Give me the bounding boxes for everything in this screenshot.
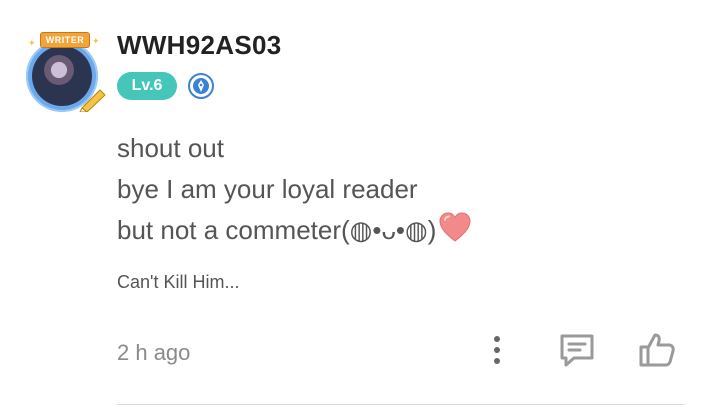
username[interactable]: WWH92AS03 <box>117 30 282 61</box>
verified-pen-icon <box>188 73 214 99</box>
divider <box>117 404 685 405</box>
star-icon: ✦ <box>28 38 36 48</box>
star-icon: ✦ <box>92 36 100 46</box>
level-badge: Lv.6 <box>117 72 177 100</box>
reply-icon[interactable] <box>558 332 596 368</box>
comment-line: shout out <box>117 133 224 163</box>
writer-badge: WRITER <box>40 32 90 48</box>
thumbs-up-icon[interactable] <box>638 331 676 369</box>
comment-line: bye I am your loyal reader <box>117 174 418 204</box>
comment-timestamp: 2 h ago <box>117 340 191 365</box>
user-avatar[interactable]: WRITER ✦ ✦ <box>22 32 108 112</box>
heart-icon <box>439 212 471 242</box>
comment-body: shout out bye I am your loyal reader but… <box>117 128 472 251</box>
story-title-link[interactable]: Can't Kill Him... <box>117 272 239 293</box>
more-vertical-icon[interactable] <box>486 334 508 366</box>
comment-line-last: but not a commeter(◍•ᴗ•◍) <box>117 210 472 251</box>
comment-line-text: but not a commeter(◍•ᴗ•◍) <box>117 215 437 245</box>
quill-pen-icon <box>79 89 106 112</box>
